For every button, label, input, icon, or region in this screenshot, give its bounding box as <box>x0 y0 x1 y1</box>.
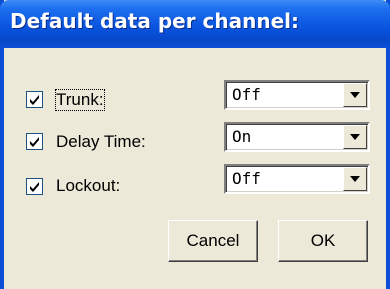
chevron-down-icon <box>350 176 360 182</box>
trunk-select[interactable]: Off <box>224 80 370 110</box>
dialog-title: Default data per channel: <box>10 9 300 33</box>
delay-time-select[interactable]: On <box>224 122 370 152</box>
checkmark-icon <box>30 137 39 147</box>
dialog-window: Default data per channel: Trunk: Off Del… <box>0 0 390 289</box>
trunk-checkbox[interactable] <box>26 91 43 108</box>
chevron-down-icon <box>350 134 360 140</box>
trunk-label[interactable]: Trunk: <box>55 89 105 111</box>
lockout-dropdown-button[interactable] <box>343 167 367 191</box>
delay-time-label[interactable]: Delay Time: <box>56 132 146 152</box>
title-bar[interactable]: Default data per channel: <box>0 0 390 48</box>
delay-time-select-value: On <box>232 127 252 146</box>
checkmark-icon <box>30 95 39 105</box>
row-trunk: Trunk: Off <box>4 80 386 120</box>
delay-time-dropdown-button[interactable] <box>343 125 367 149</box>
delay-time-checkbox[interactable] <box>26 133 43 150</box>
checkmark-icon <box>30 182 39 192</box>
chevron-down-icon <box>350 92 360 98</box>
row-delay-time: Delay Time: On <box>4 122 386 162</box>
cancel-button[interactable]: Cancel <box>168 220 258 262</box>
lockout-label[interactable]: Lockout: <box>56 176 120 196</box>
trunk-dropdown-button[interactable] <box>343 83 367 107</box>
lockout-select[interactable]: Off <box>224 164 370 194</box>
trunk-select-value: Off <box>232 85 261 104</box>
lockout-checkbox[interactable] <box>26 178 43 195</box>
row-lockout: Lockout: Off <box>4 164 386 204</box>
lockout-select-value: Off <box>232 169 261 188</box>
ok-button[interactable]: OK <box>278 220 368 262</box>
